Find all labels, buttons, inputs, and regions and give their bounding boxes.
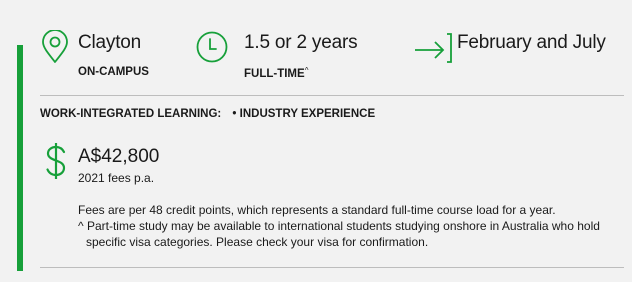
footnote-mark: ^ xyxy=(304,66,309,75)
part-time-note: ^ Part-time study may be available to in… xyxy=(78,219,600,249)
accent-bar xyxy=(17,45,23,271)
intake-months: February and July xyxy=(457,32,606,53)
study-load: FULL-TIME^ xyxy=(244,66,308,80)
fee-year: 2021 fees p.a. xyxy=(78,171,155,185)
wil-item: INDUSTRY EXPERIENCE xyxy=(239,108,376,120)
course-duration: 1.5 or 2 years xyxy=(244,32,358,53)
clock-icon xyxy=(195,30,229,69)
campus-name: Clayton xyxy=(78,32,142,53)
credit-points-note: Fees are per 48 credit points, which rep… xyxy=(78,203,556,217)
arrow-right-bracket-icon xyxy=(413,30,453,69)
key-facts-row: Clayton ON-CAMPUS 1.5 or 2 years FULL-TI… xyxy=(40,29,624,90)
divider xyxy=(40,95,624,96)
attendance-mode: ON-CAMPUS xyxy=(78,66,149,78)
work-integrated-learning: WORK-INTEGRATED LEARNING: • INDUSTRY EXP… xyxy=(40,108,375,120)
wil-bullet: • xyxy=(232,108,237,120)
dollar-icon xyxy=(44,142,68,187)
study-load-label: FULL-TIME xyxy=(244,68,305,80)
wil-label: WORK-INTEGRATED LEARNING: xyxy=(40,108,222,120)
divider xyxy=(40,267,624,268)
fee-notes: Fees are per 48 credit points, which rep… xyxy=(78,202,626,250)
map-pin-icon xyxy=(40,29,70,69)
fee-amount: A$42,800 xyxy=(78,146,160,167)
